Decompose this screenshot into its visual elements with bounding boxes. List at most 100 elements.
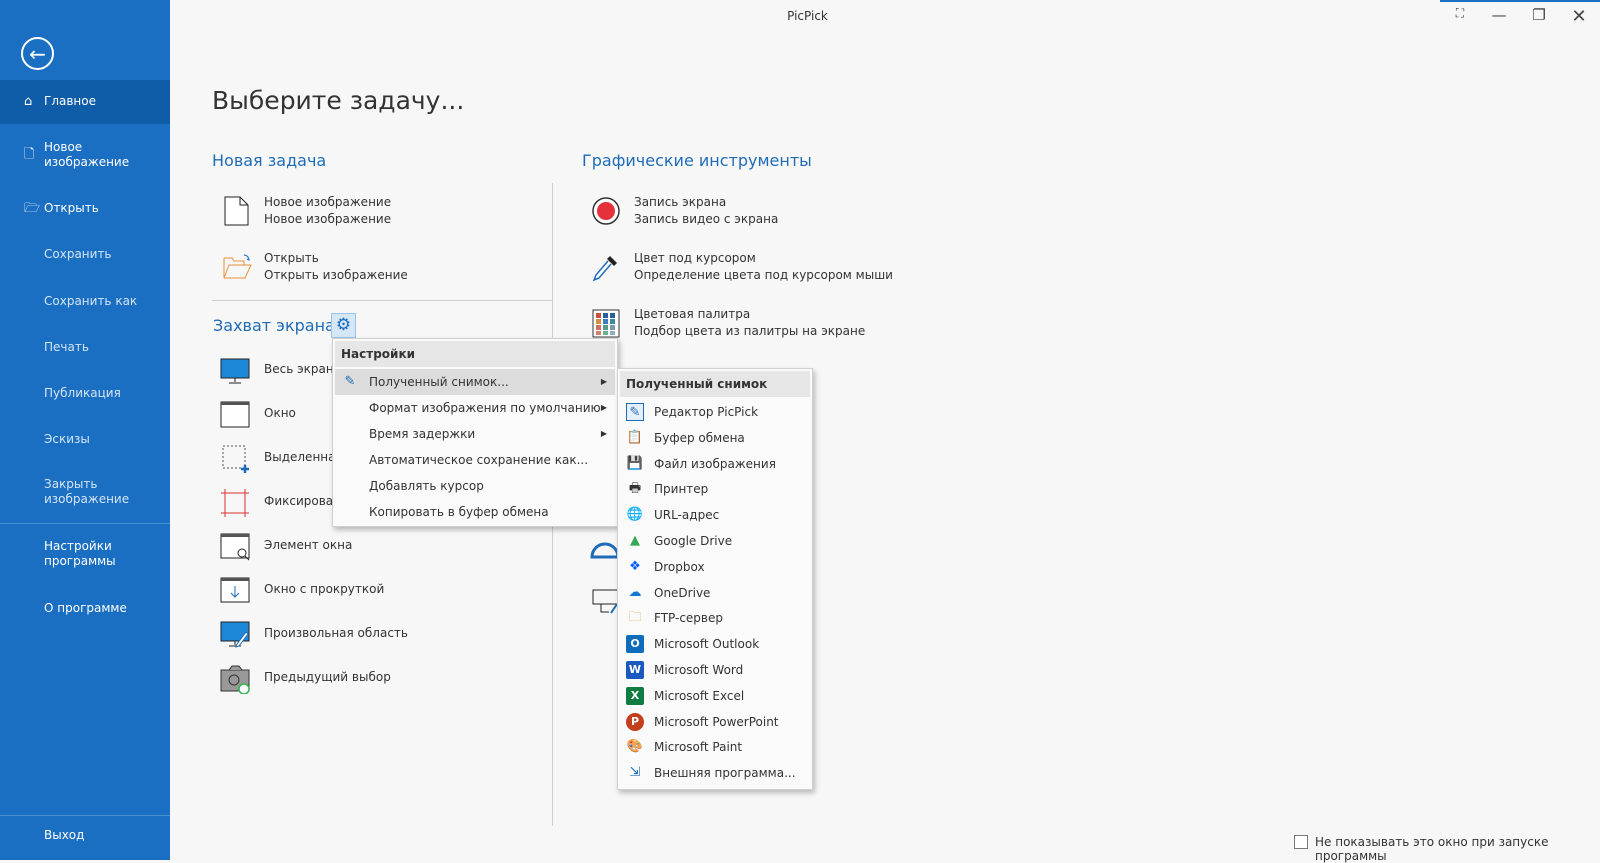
sidebar-item-new-image[interactable]: 🗋 Новое изображение xyxy=(0,140,129,170)
title-bar-accent xyxy=(1440,0,1600,2)
powerpoint-icon: P xyxy=(626,712,644,731)
captured-image-submenu: Полученный снимок ✎ Редактор PicPick 📋 Буфе… xyxy=(617,368,813,790)
onedrive-icon: ☁ xyxy=(628,584,642,600)
gear-icon: ⚙ xyxy=(335,315,352,335)
fixed-region-icon xyxy=(221,489,249,517)
full-screen-icon xyxy=(220,358,250,384)
window-element-icon xyxy=(220,533,250,561)
window-title: PicPick xyxy=(787,9,828,23)
sidebar-item-publish[interactable]: Публикация xyxy=(0,386,170,401)
sidebar-item-about[interactable]: О программе xyxy=(0,601,170,616)
capture-previous[interactable]: Предыдущий выбор xyxy=(264,669,391,686)
capture-scrolling-window[interactable]: Окно с прокруткой xyxy=(264,581,384,598)
submenu-item-save[interactable]: 💾 Файл изображения xyxy=(620,451,810,477)
capture-window[interactable]: Окно xyxy=(264,405,296,422)
page-title: Выберите задачу... xyxy=(212,86,465,115)
submenu-item-picpick-editor[interactable]: ✎ Редактор PicPick xyxy=(620,399,810,425)
submenu-item-printer[interactable]: 🖶 Принтер xyxy=(620,476,810,502)
tool-color-palette[interactable]: Цветовая палитра Подбор цвета из палитры … xyxy=(634,306,865,340)
submenu-item-clipboard[interactable]: 📋 Буфер обмена xyxy=(620,425,810,451)
back-button[interactable]: ← xyxy=(21,37,54,70)
clipboard-icon: 📋 xyxy=(626,429,644,445)
sidebar: ← ⌂ Главное 🗋 Новое изображение 🗁 Открыть С… xyxy=(0,0,170,860)
record-icon xyxy=(592,197,620,225)
dont-show-label: Не показывать это окно при запуске прогр… xyxy=(1315,835,1549,863)
tool-screen-recorder[interactable]: Запись экрана Запись видео с экрана xyxy=(634,194,778,228)
open-item[interactable]: Открыть Открыть изображение xyxy=(264,250,408,284)
submenu-item-paint[interactable]: 🎨 Microsoft Paint xyxy=(620,734,810,760)
folder-open-icon: 🗁 xyxy=(24,201,41,216)
capture-full-screen[interactable]: Весь экран xyxy=(264,361,334,378)
picpick-editor-icon: ✎ xyxy=(626,403,644,421)
window-icon xyxy=(220,401,250,428)
open-folder-icon xyxy=(223,254,252,279)
menu-item-delay[interactable]: Время задержки ▶ xyxy=(335,421,615,447)
camera-icon xyxy=(220,665,250,694)
menu-item-copy-clipboard[interactable]: Копировать в буфер обмена xyxy=(335,499,615,525)
google-drive-icon: ▲ xyxy=(630,533,640,548)
outlook-icon: O xyxy=(626,635,644,654)
new-file-icon xyxy=(224,196,249,226)
arrow-left-icon: ← xyxy=(29,41,46,66)
excel-icon: X xyxy=(626,686,644,705)
file-icon: 🗋 xyxy=(24,147,35,162)
paint-icon: 🎨 xyxy=(626,739,644,755)
new-image-item[interactable]: Новое изображение Новое изображение xyxy=(264,194,391,228)
submenu-item-onedrive[interactable]: ☁ OneDrive xyxy=(620,580,810,606)
restore-button[interactable]: ❐ xyxy=(1527,6,1551,28)
printer-icon: 🖶 xyxy=(628,481,642,497)
sidebar-item-print[interactable]: Печать xyxy=(0,340,170,355)
capture-region[interactable]: Выделенная xyxy=(264,449,343,466)
submenu-item-dropbox[interactable]: ❖ Dropbox xyxy=(620,554,810,580)
globe-icon: 🌐 xyxy=(626,507,644,523)
submenu-header: Полученный снимок xyxy=(620,371,810,397)
capture-fixed-region[interactable]: Фиксирован xyxy=(264,493,341,510)
submenu-item-outlook[interactable]: O Microsoft Outlook xyxy=(620,631,810,657)
capture-icon[interactable]: ⛶ xyxy=(1448,6,1472,28)
menu-item-autosave[interactable]: Автоматическое сохранение как... xyxy=(335,447,615,473)
submenu-item-google-drive[interactable]: ▲ Google Drive xyxy=(620,528,810,554)
sidebar-divider xyxy=(0,815,170,816)
sidebar-item-thumbnails[interactable]: Эскизы xyxy=(0,432,170,447)
sidebar-item-save[interactable]: Сохранить xyxy=(0,247,170,262)
picpick-editor-icon: ✎ xyxy=(344,374,356,389)
dont-show-checkbox[interactable] xyxy=(1294,835,1308,849)
sidebar-item-home[interactable]: ⌂ Главное xyxy=(0,80,170,124)
menu-item-default-format[interactable]: Формат изображения по умолчанию ▶ xyxy=(335,395,615,421)
submenu-arrow-icon: ▶ xyxy=(600,377,607,386)
close-button[interactable]: ✕ xyxy=(1567,6,1591,28)
submenu-item-excel[interactable]: X Microsoft Excel xyxy=(620,683,810,709)
external-program-icon: ⇲ xyxy=(629,765,641,781)
dropbox-icon: ❖ xyxy=(629,558,641,574)
submenu-item-external-program[interactable]: ⇲ Внешняя программа... xyxy=(620,760,810,786)
submenu-item-ftp[interactable]: 🗀 FTP-сервер xyxy=(620,605,810,631)
settings-menu: Настройки ✎ Полученный снимок... ▶ Формат … xyxy=(332,338,618,527)
scrolling-window-icon xyxy=(220,577,250,603)
section-screen-capture: Захват экрана xyxy=(213,316,335,335)
menu-item-add-cursor[interactable]: Добавлять курсор xyxy=(335,473,615,499)
menu-item-captured-image[interactable]: ✎ Полученный снимок... ▶ xyxy=(335,369,615,395)
submenu-arrow-icon: ▶ xyxy=(600,429,607,438)
sidebar-item-settings[interactable]: Настройки программы xyxy=(0,539,130,569)
settings-menu-header: Настройки xyxy=(335,341,615,367)
capture-freehand[interactable]: Произвольная область xyxy=(264,625,408,642)
eyedropper-icon xyxy=(592,256,617,282)
capture-window-element[interactable]: Элемент окна xyxy=(264,537,352,554)
submenu-arrow-icon: ▶ xyxy=(600,403,607,412)
tool-color-picker[interactable]: Цвет под курсором Определение цвета под к… xyxy=(634,250,893,284)
sidebar-item-close-image[interactable]: Закрыть изображение xyxy=(0,477,130,507)
region-icon xyxy=(222,445,249,473)
sidebar-divider xyxy=(0,523,170,524)
capture-settings-button[interactable]: ⚙ xyxy=(331,313,356,338)
sidebar-item-open[interactable]: 🗁 Открыть xyxy=(0,201,170,216)
section-graphic-tools: Графические инструменты xyxy=(582,151,812,170)
sidebar-item-save-as[interactable]: Сохранить как xyxy=(0,294,170,309)
submenu-item-powerpoint[interactable]: P Microsoft PowerPoint xyxy=(620,709,810,735)
minimize-button[interactable]: — xyxy=(1487,6,1511,28)
submenu-item-globe[interactable]: 🌐 URL-адрес xyxy=(620,502,810,528)
submenu-item-word[interactable]: W Microsoft Word xyxy=(620,657,810,683)
section-new-task: Новая задача xyxy=(212,151,327,170)
sidebar-item-exit[interactable]: Выход xyxy=(0,828,170,843)
color-palette-icon xyxy=(592,309,620,338)
home-icon: ⌂ xyxy=(24,94,33,109)
